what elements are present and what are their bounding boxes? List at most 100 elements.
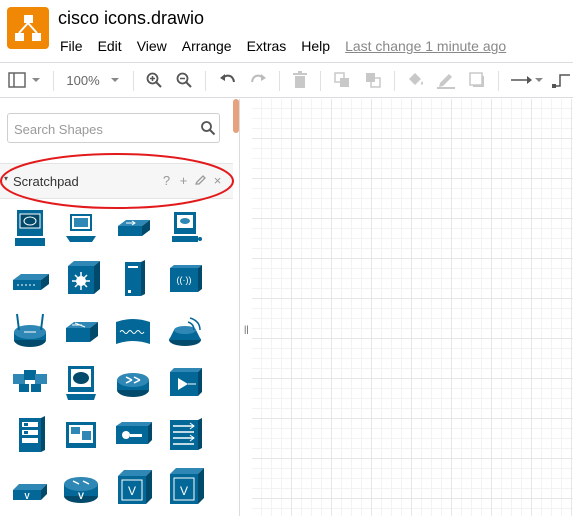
patch-panel-icon [170,418,202,450]
waypoints-button[interactable] [552,69,572,91]
shape-access-point[interactable] [163,309,207,353]
menu-help[interactable]: Help [301,38,330,54]
shape-wireless-router[interactable] [8,309,52,353]
last-change-link[interactable]: Last change 1 minute ago [345,38,506,54]
panel-layout-icon [8,72,40,88]
shape-switch[interactable] [111,205,155,249]
search-icon[interactable] [200,120,216,136]
shape-pc-group[interactable] [8,361,52,405]
toolbar-divider [133,71,134,91]
diagram-canvas[interactable] [252,99,573,516]
search-shapes-input[interactable] [14,120,194,138]
access-point-icon [169,317,201,346]
shape-server[interactable] [111,257,155,301]
toolbar-divider [279,71,280,91]
pc-icon [66,214,96,242]
zoom-dropdown[interactable]: 100% [64,69,124,91]
shape-ethernet-switch[interactable] [8,257,52,301]
waypoint-icon [552,74,570,88]
toolbar: 100% [0,62,573,98]
search-box [7,113,220,143]
zoom-out-button[interactable] [173,69,195,91]
server-rack-icon [19,416,45,452]
shape-key-device[interactable] [111,413,155,457]
shape-multilayer-switch[interactable] [59,257,103,301]
menu-bar: File Edit View Arrange Extras Help Last … [60,37,506,55]
router-icon [117,373,149,397]
shape-workgroup-switch[interactable] [59,309,103,353]
fill-color-button[interactable] [404,69,428,91]
scratchpad-close-button[interactable]: × [211,173,224,188]
server-icon [125,260,145,296]
scratchpad-help-button[interactable]: ? [160,173,173,188]
to-front-icon [334,72,349,87]
pencil-icon [194,175,206,185]
shadow-button[interactable] [465,69,489,91]
shape-pc[interactable] [59,205,103,249]
workgroup-switch-icon [66,322,98,342]
to-front-button[interactable] [331,69,353,91]
shape-modem[interactable] [111,309,155,353]
shape-server-rack[interactable] [8,413,52,457]
svg-text:V: V [24,492,30,501]
voice-router-icon: V [64,477,98,503]
optical-amplifier-icon [170,368,202,396]
shape-patch-panel[interactable] [163,413,207,457]
to-back-button[interactable] [362,69,384,91]
delete-button[interactable] [289,69,311,91]
menu-file[interactable]: File [60,38,83,54]
menu-extras[interactable]: Extras [247,38,287,54]
toolbar-divider [498,71,499,91]
paint-bucket-icon [409,73,423,85]
pc-group-icon [13,370,47,392]
redo-button[interactable] [246,69,270,91]
scratchpad-edit-button[interactable] [194,173,207,188]
key-device-icon [116,422,152,444]
connection-style-button[interactable] [508,69,544,91]
scratchpad-header[interactable]: ▾ Scratchpad ? + × [0,163,233,199]
redo-icon [251,74,266,83]
undo-button[interactable] [216,69,240,91]
monitor-icon [66,366,96,400]
zoom-in-icon [146,72,162,88]
drawio-logo [7,7,49,49]
shape-optical-amplifier[interactable] [163,361,207,405]
menu-edit[interactable]: Edit [98,38,122,54]
shape-monitor[interactable] [59,361,103,405]
shape-voice-switch[interactable]: V [111,465,155,509]
shape-workstation[interactable] [8,205,52,249]
modem-icon [116,319,150,344]
menu-arrange[interactable]: Arrange [182,38,232,54]
shadow-icon [469,72,484,87]
shape-router[interactable] [111,361,155,405]
shape-wireless-bridge[interactable]: ((·)) [163,257,207,301]
sidebar-splitter[interactable] [241,99,251,516]
svg-text:V: V [78,491,84,501]
app-header: cisco icons.drawio File Edit View Arrang… [0,0,573,62]
voice-switch-icon: V [118,470,152,504]
shape-voice-router[interactable]: V [59,465,103,509]
splitter-grip-icon[interactable]: || [244,324,249,334]
toolbar-divider [205,71,206,91]
collapse-caret-icon: ▾ [4,174,9,183]
menu-view[interactable]: View [137,38,167,54]
format-panel-toggle-button[interactable] [6,69,42,91]
sidebar-scrollbar[interactable] [233,99,239,133]
shape-vpn-router[interactable]: V [8,465,52,509]
toolbar-divider [394,71,395,91]
wireless-router-icon [14,313,46,347]
shape-vpn-concentrator[interactable]: V [163,465,207,509]
video-conference-icon [66,422,96,448]
shape-terminal[interactable] [163,205,207,249]
scratchpad-add-button[interactable]: + [177,173,190,188]
workstation-icon [15,210,45,246]
line-color-button[interactable] [434,69,458,91]
ethernet-switch-icon [13,274,49,290]
vpn-router-icon: V [13,484,47,501]
switch-icon [118,220,150,236]
document-title[interactable]: cisco icons.drawio [58,8,204,29]
zoom-in-button[interactable] [143,69,165,91]
scratchpad-actions: ? + × [160,173,224,188]
shape-video-conference[interactable] [59,413,103,457]
vpn-concentrator-icon: V [170,468,204,504]
